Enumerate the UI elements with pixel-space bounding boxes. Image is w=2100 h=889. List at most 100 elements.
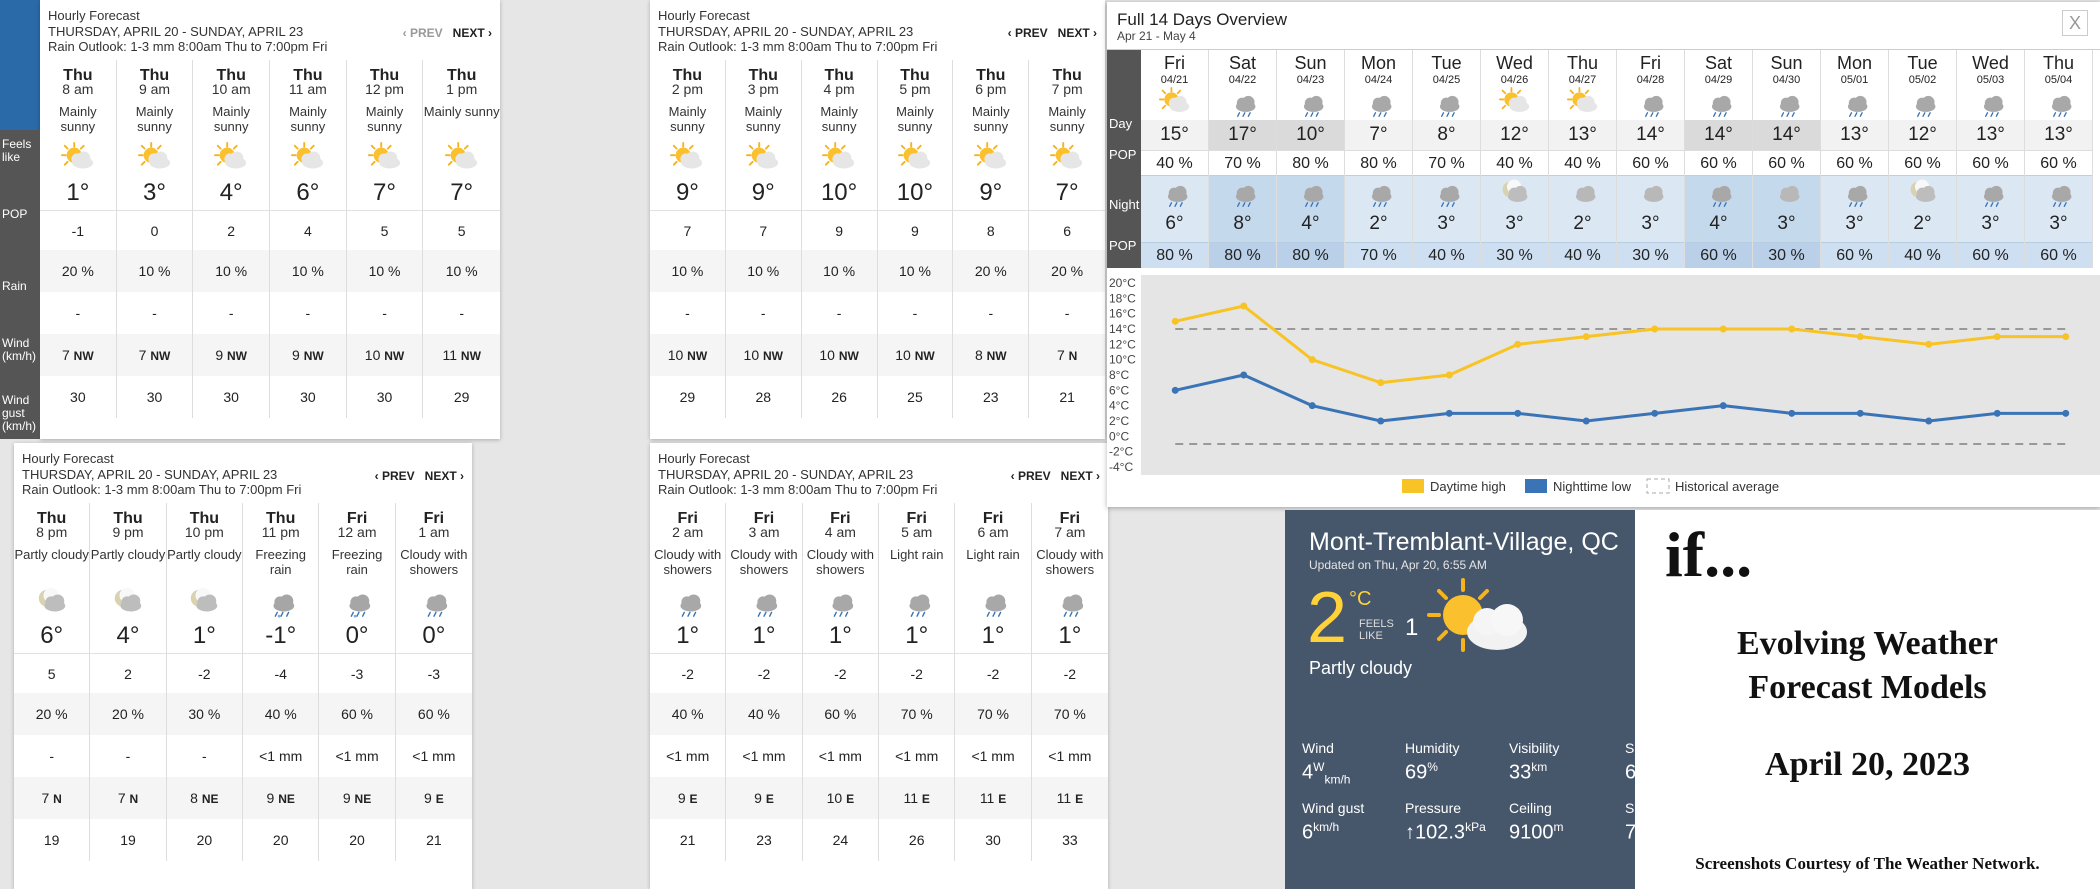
- hour-temp: -1°: [265, 622, 297, 649]
- hourly-forecast-panel: Hourly Forecast THURSDAY, APRIL 20 - SUND…: [650, 443, 1108, 889]
- legend-swatch-historical: [1646, 478, 1670, 494]
- hour-temp: 1°: [192, 622, 216, 649]
- hourly-grid: Thu 2 pm Mainly sunny 9° 7 10 % -10 NW 29 Thu 3 p…: [650, 60, 1105, 418]
- hour-pop: 10 %: [193, 250, 270, 292]
- hour-rain: -: [75, 305, 81, 321]
- next-button[interactable]: NEXT ›: [1058, 26, 1097, 40]
- hour-wind-gust: 30: [376, 389, 393, 405]
- rain-cloud-icon: [1303, 185, 1323, 207]
- night-pop: 40 %: [1549, 242, 1616, 268]
- hour-condition: Cloudy with showers: [1036, 547, 1104, 577]
- hour-condition: Mainly sunny: [820, 104, 858, 134]
- overview-day-column[interactable]: Tue 05/02 12° 60 % 2° 40 %: [1889, 50, 1957, 268]
- hour-condition: Mainly sunny: [1048, 104, 1086, 134]
- hour-pop: 20 %: [40, 250, 116, 292]
- nighttime-low-point: [1788, 409, 1796, 417]
- hour-rain: -: [125, 748, 131, 764]
- hour-temp: 1°: [676, 622, 700, 649]
- day-name: Sat: [1228, 53, 1257, 73]
- hour-wind: 7 NW: [40, 334, 116, 376]
- hour-condition: Cloudy with showers: [730, 547, 798, 577]
- next-button[interactable]: NEXT ›: [1061, 469, 1100, 483]
- y-tick-label: 8°C: [1109, 368, 1129, 382]
- overview-day-column[interactable]: Sat 04/22 17° 70 % 8° 80 %: [1209, 50, 1277, 268]
- overview-day-column[interactable]: Tue 04/25 8° 70 % 3° 40 %: [1413, 50, 1481, 268]
- hour-wind: 10 NW: [801, 334, 877, 376]
- overview-day-column[interactable]: Sat 04/29 14° 60 % 4° 60 %: [1685, 50, 1753, 268]
- prev-button[interactable]: ‹ PREV: [403, 26, 443, 40]
- hour-day: Thu: [37, 510, 67, 527]
- hour-wind: 7 N: [90, 777, 166, 819]
- overview-day-column[interactable]: Fri 04/21 15° 40 % 6° 80 %: [1141, 50, 1209, 268]
- rain-cloud-icon: [1711, 95, 1731, 117]
- hour-rain: -: [49, 748, 54, 764]
- moon-cloud-icon: [1910, 179, 1935, 202]
- hour-condition: Freezing rain: [255, 547, 306, 577]
- hour-wind: 10 NW: [877, 334, 953, 376]
- hour-day: Thu: [824, 67, 854, 84]
- overview-day-column[interactable]: Thu 04/27 13° 40 % 2° 40 %: [1549, 50, 1617, 268]
- prev-button[interactable]: ‹ PREV: [1011, 469, 1051, 483]
- overview-day-column[interactable]: Mon 05/01 13° 60 % 3° 60 %: [1821, 50, 1889, 268]
- hour-time: 6 pm: [975, 81, 1007, 97]
- rain-cloud-icon: [1983, 95, 2003, 117]
- night-low: 6°: [1165, 213, 1184, 234]
- hour-feels-like: -2: [879, 653, 955, 693]
- hour-time: 5 pm: [899, 81, 931, 97]
- day-date: 05/03: [1976, 74, 2005, 86]
- overview-day-column[interactable]: Wed 04/26 12° 40 % 3° 30 %: [1481, 50, 1549, 268]
- close-button[interactable]: X: [2062, 10, 2088, 36]
- night-low: 8°: [1233, 213, 1252, 234]
- feels-like-label: FEELS LIKE: [1359, 618, 1394, 642]
- prev-button[interactable]: ‹ PREV: [375, 469, 415, 483]
- night-block: 2°: [1345, 176, 1412, 242]
- overview-day-column[interactable]: Fri 04/28 14° 60 % 3° 30 %: [1617, 50, 1685, 268]
- hour-wind: 11 E: [955, 777, 1031, 819]
- hour-column: Thu 2 pm Mainly sunny 9° 7 10 % - 10 NW 29: [650, 60, 726, 418]
- card-credit: Screenshots Courtesy of The Weather Netw…: [1695, 854, 2040, 873]
- hour-column: Thu 6 pm Mainly sunny 9° 8 20 % - 8 NW 23: [953, 60, 1030, 418]
- y-tick-label: -4°C: [1109, 460, 1133, 474]
- night-pop: 30 %: [1753, 242, 1820, 268]
- prev-button[interactable]: ‹ PREV: [1008, 26, 1048, 40]
- overview-day-column[interactable]: Thu 05/04 13° 60 % 3° 60 %: [2025, 50, 2093, 268]
- night-block: 2°: [1889, 176, 1956, 242]
- overview-day-column[interactable]: Sun 04/23 10° 80 % 4° 80 %: [1277, 50, 1345, 268]
- overview-day-column[interactable]: Sun 04/30 14° 60 % 3° 30 %: [1753, 50, 1821, 268]
- city-name: Mont-Tremblant-Village, QC: [1309, 528, 1619, 556]
- next-button[interactable]: NEXT ›: [425, 469, 464, 483]
- nighttime-low-point: [1514, 409, 1522, 417]
- day-high: 13°: [1957, 120, 2024, 150]
- hour-temp: 6°: [296, 179, 320, 206]
- hour-wind: 9 E: [395, 777, 472, 819]
- hour-pop: 10 %: [270, 250, 346, 292]
- overview-row-labels: Day POP Night POP: [1107, 50, 1141, 268]
- moon-cloud-icon: [191, 587, 218, 612]
- hour-temp: 7°: [1055, 179, 1079, 206]
- sun-cloud-icon: [60, 142, 93, 169]
- rain-cloud-icon: [1983, 185, 2003, 207]
- hour-feels-like: -2: [650, 653, 726, 693]
- day-date: 04/28: [1636, 74, 1665, 86]
- night-block: 3°: [1481, 176, 1548, 242]
- hour-wind: 9 E: [726, 777, 802, 819]
- nighttime-low-point: [1308, 402, 1316, 410]
- hour-wind-gust: 20: [272, 832, 289, 848]
- panel-title: Hourly Forecast: [22, 451, 114, 466]
- next-button[interactable]: NEXT ›: [453, 26, 492, 40]
- legend-swatch: [1525, 479, 1547, 493]
- hour-day: Thu: [369, 67, 400, 84]
- y-tick-label: -2°C: [1109, 445, 1133, 459]
- day-pop: 40 %: [1549, 150, 1616, 176]
- overview-day-column[interactable]: Wed 05/03 13° 60 % 3° 60 %: [1957, 50, 2025, 268]
- hour-condition: Partly cloudy: [90, 547, 166, 562]
- hour-time: 8 am: [62, 81, 94, 97]
- hour-rain: -: [382, 305, 387, 321]
- overview-day-column[interactable]: Mon 04/24 7° 80 % 2° 70 %: [1345, 50, 1413, 268]
- hour-wind-gust: 30: [300, 389, 316, 405]
- panel-header: Hourly Forecast THURSDAY, APRIL 20 - SUND…: [40, 0, 500, 60]
- sun-cloud-icon: [1425, 576, 1535, 671]
- hour-condition: Partly cloudy: [167, 547, 242, 562]
- hour-temp: 9°: [675, 179, 699, 206]
- hour-condition: Light rain: [966, 547, 1020, 562]
